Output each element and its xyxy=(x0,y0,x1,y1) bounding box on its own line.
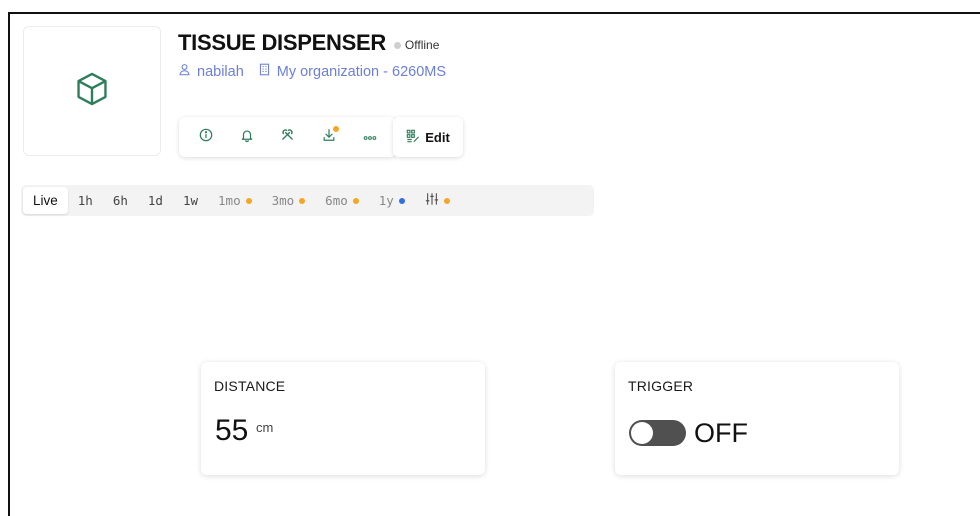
trigger-state: OFF xyxy=(694,418,748,448)
user-icon xyxy=(178,63,191,80)
range-dot xyxy=(299,197,306,204)
trigger-widget: TRIGGER OFF xyxy=(615,362,899,475)
range-label: 3mo xyxy=(271,193,295,208)
owner-link[interactable]: nabilah xyxy=(178,63,244,80)
more-icon xyxy=(363,128,377,146)
range-label: 1d xyxy=(147,193,163,208)
range-dot xyxy=(352,197,359,204)
range-label: 6h xyxy=(112,193,128,208)
edit-button[interactable]: Edit xyxy=(393,117,463,157)
range-label: 1w xyxy=(182,193,199,208)
range-1y[interactable]: 1y xyxy=(369,187,415,214)
range-1w[interactable]: 1w xyxy=(173,187,208,214)
notifications-button[interactable] xyxy=(228,122,265,152)
info-button[interactable] xyxy=(187,122,224,152)
more-button[interactable] xyxy=(351,122,388,152)
status-dot xyxy=(393,41,401,49)
range-live[interactable]: Live xyxy=(23,187,68,214)
toggle-knob xyxy=(631,422,653,444)
building-icon xyxy=(258,63,271,80)
range-label: 1h xyxy=(77,193,93,208)
range-6h[interactable]: 6h xyxy=(103,187,138,214)
download-button[interactable] xyxy=(310,122,347,152)
range-label: 1y xyxy=(378,193,394,208)
cube-icon xyxy=(73,70,111,113)
range-label: 6mo xyxy=(325,193,348,208)
range-1mo[interactable]: 1mo xyxy=(208,187,262,214)
edit-icon xyxy=(406,129,420,146)
range-dot xyxy=(398,197,405,204)
status-label: Offline xyxy=(404,38,440,52)
tools-button[interactable] xyxy=(269,122,306,152)
device-toolbar xyxy=(179,117,396,157)
bell-icon xyxy=(240,128,254,147)
owner-name: nabilah xyxy=(197,63,244,80)
range-custom[interactable] xyxy=(415,187,460,214)
device-meta: nabilah My organization - 6260MS xyxy=(178,63,446,80)
organization-name: My organization - 6260MS xyxy=(276,63,447,80)
edit-label: Edit xyxy=(425,129,450,145)
range-6mo[interactable]: 6mo xyxy=(315,187,369,214)
range-dot xyxy=(245,197,252,204)
info-icon xyxy=(199,128,213,147)
range-1h[interactable]: 1h xyxy=(68,187,103,214)
device-thumbnail xyxy=(23,26,161,156)
range-dot xyxy=(443,197,450,204)
distance-unit: cm xyxy=(256,420,274,435)
status-badge: Offline xyxy=(393,38,440,52)
download-badge xyxy=(333,126,339,132)
range-label: Live xyxy=(33,193,58,208)
range-3mo[interactable]: 3mo xyxy=(262,187,316,214)
tools-icon xyxy=(280,127,295,147)
range-1d[interactable]: 1d xyxy=(138,187,173,214)
widget-title: TRIGGER xyxy=(628,378,694,394)
distance-widget: DISTANCE 55 cm xyxy=(201,362,485,475)
distance-value: 55 xyxy=(215,414,249,447)
sliders-icon xyxy=(425,192,439,209)
time-range-selector: Live 1h 6h 1d 1w 1mo 3mo 6mo 1y xyxy=(21,185,594,216)
organization-link[interactable]: My organization - 6260MS xyxy=(258,63,446,80)
widget-title: DISTANCE xyxy=(214,378,286,394)
device-title: TISSUE DISPENSER xyxy=(178,30,386,55)
device-header: TISSUE DISPENSER Offline xyxy=(178,30,439,56)
trigger-toggle[interactable] xyxy=(629,420,686,446)
range-label: 1mo xyxy=(218,193,241,208)
